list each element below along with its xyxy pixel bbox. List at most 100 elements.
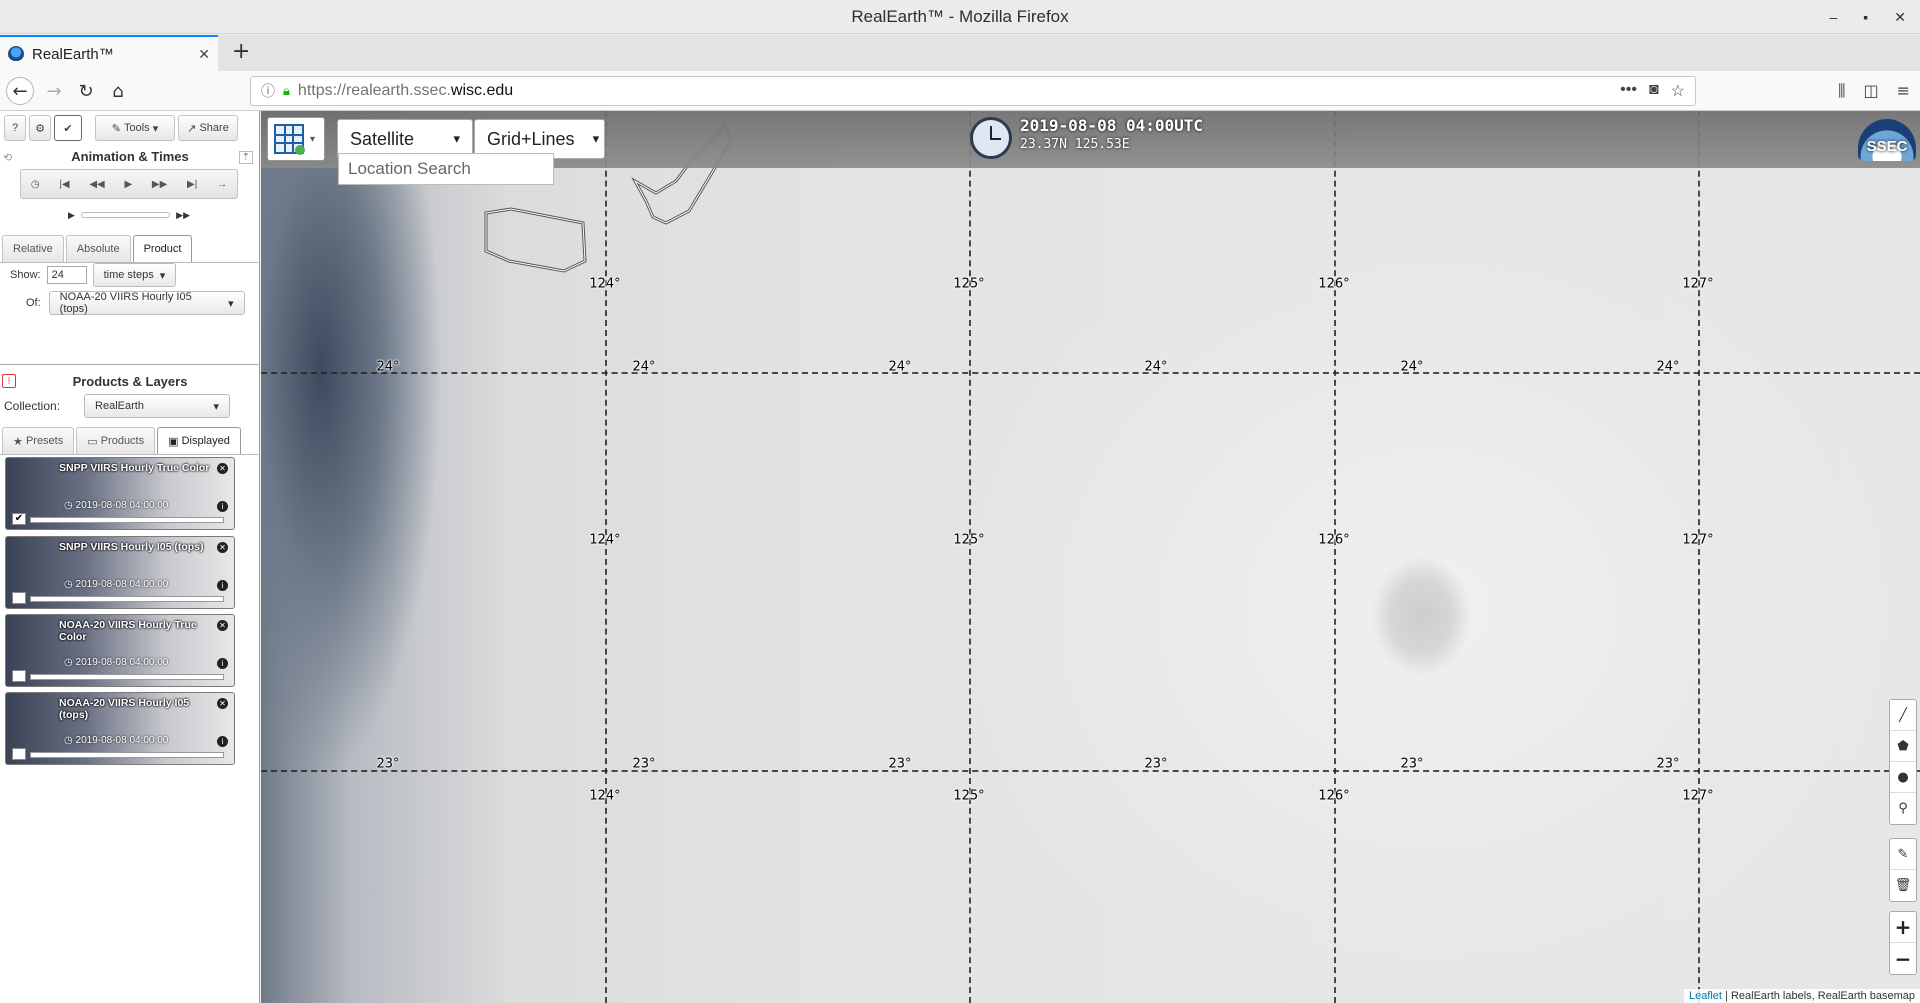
location-search-input[interactable]: Location Search (338, 153, 554, 185)
layer-card[interactable]: SNPP VIIRS Hourly I05 (tops) ✕ ◷ 2019-08… (5, 536, 235, 609)
fast-icon: ▶▶ (176, 209, 190, 220)
step-back-icon[interactable]: ◀◀ (89, 179, 104, 190)
product-tab-label: Product (143, 243, 182, 255)
layer-info-icon[interactable]: i (217, 501, 228, 512)
draw-line-icon[interactable]: ╱ (1890, 700, 1916, 731)
draw-circle-icon[interactable]: ● (1890, 762, 1916, 793)
tab-displayed[interactable]: ▣ Displayed (157, 427, 241, 454)
share-icon: ↗ (187, 122, 197, 135)
remove-layer-icon[interactable]: ✕ (217, 463, 228, 474)
layer-opacity-slider[interactable] (30, 517, 224, 523)
maximize-icon[interactable]: ▪ (1863, 0, 1868, 34)
layer-info-icon[interactable]: i (217, 580, 228, 591)
clock-icon[interactable] (970, 117, 1012, 159)
edit-icon[interactable]: ✎ (1890, 839, 1916, 870)
speed-track[interactable] (80, 212, 171, 218)
layer-time: ◷ 2019-08-08 04:00:00 (64, 657, 169, 668)
reload-button[interactable]: ↻ (72, 77, 100, 105)
collection-dropdown[interactable]: RealEarth ▾ (84, 394, 231, 418)
draw-marker-icon[interactable]: ⚲ (1890, 793, 1916, 824)
page-actions-icon[interactable]: ••• (1620, 81, 1637, 101)
lon-label: 126° (1318, 276, 1350, 292)
of-label: Of: (26, 297, 41, 309)
tab-absolute[interactable]: Absolute (65, 235, 131, 262)
close-tab-icon[interactable]: ✕ (198, 46, 210, 63)
layer-time: ◷ 2019-08-08 04:00:00 (64, 735, 169, 746)
tab-product[interactable]: Product (132, 235, 193, 262)
remove-layer-icon[interactable]: ✕ (217, 620, 228, 631)
layer-card[interactable]: NOAA-20 VIIRS Hourly I05 (tops) ✕ ◷ 2019… (5, 692, 235, 765)
of-product-dropdown[interactable]: NOAA-20 VIIRS Hourly I05 (tops) ▾ (48, 291, 245, 315)
draw-toolbar: ╱ ⬟ ● ⚲ (1889, 699, 1917, 825)
layer-time-value: 2019-08-08 04:00:00 (75, 579, 169, 590)
library-icon[interactable]: ⫼ (1838, 81, 1845, 101)
layer-info-icon[interactable]: i (217, 736, 228, 747)
site-info-icon[interactable]: ⓘ (261, 81, 275, 101)
animation-player: ◷ |◀ ◀◀ ▶ ▶▶ ▶| → (20, 169, 238, 199)
speed-slider[interactable]: ▶ ▶▶ (68, 209, 190, 220)
next-icon[interactable]: → (217, 179, 227, 190)
island-outline (484, 207, 587, 273)
overlay-label: Grid+Lines (487, 128, 575, 149)
url-bar[interactable]: ⓘ 🔒︎ https://realearth.ssec. wisc.edu •••… (250, 76, 1696, 106)
lat-label: 23° (376, 756, 400, 772)
show-count-stepper[interactable]: 24 (46, 266, 87, 284)
presets-tab-label: Presets (25, 435, 64, 447)
edit-toolbar: ✎ 🗑︎ (1889, 838, 1917, 902)
zoom-in-button[interactable]: + (1890, 912, 1916, 943)
layer-card[interactable]: NOAA-20 VIIRS Hourly True Color ✕ ◷ 2019… (5, 614, 235, 687)
back-button[interactable]: ← (6, 77, 34, 105)
pin-icon[interactable]: ⇡ (238, 151, 253, 164)
layer-time-value: 2019-08-08 04:00:00 (75, 657, 169, 668)
last-frame-icon[interactable]: ▶| (187, 179, 197, 190)
lon-label: 125° (953, 276, 985, 292)
browser-tab[interactable]: RealEarth™ ✕ (0, 35, 218, 71)
forward-button[interactable]: → (40, 77, 68, 105)
lat-label: 23° (632, 756, 656, 772)
tools-button[interactable]: ✎ Tools ▾ (95, 115, 175, 141)
layer-visibility-checkbox[interactable] (12, 748, 26, 760)
pocket-icon[interactable]: ◙ (1649, 81, 1659, 101)
help-button[interactable]: ? (4, 115, 26, 141)
layer-opacity-slider[interactable] (30, 674, 224, 680)
check-button[interactable]: ✔ (54, 115, 82, 141)
leaflet-link[interactable]: Leaflet (1689, 990, 1722, 1002)
layer-opacity-slider[interactable] (30, 752, 224, 758)
first-frame-icon[interactable]: |◀ (59, 179, 69, 190)
play-icon[interactable]: ▶ (124, 179, 132, 190)
lat-label: 24° (1656, 359, 1680, 375)
close-window-icon[interactable]: ✕ (1894, 0, 1906, 34)
layer-info-icon[interactable]: i (217, 658, 228, 669)
layer-opacity-slider[interactable] (30, 596, 224, 602)
step-forward-icon[interactable]: ▶▶ (152, 179, 167, 190)
menu-icon[interactable]: ≡ (1897, 81, 1910, 101)
draw-polygon-icon[interactable]: ⬟ (1890, 731, 1916, 762)
settings-button[interactable]: ⚙ (29, 115, 51, 141)
tab-presets[interactable]: ★ Presets (2, 427, 75, 454)
sidebar-toggle-icon[interactable]: ◫ (1863, 81, 1878, 101)
layer-visibility-checkbox[interactable]: ✔ (12, 513, 26, 525)
realearth-sidebar: ? ⚙ ✔ ✎ Tools ▾ ↗ Share ⟲ Animation & Ti… (0, 111, 260, 1003)
layer-card[interactable]: SNPP VIIRS Hourly True Color ✕ ◷ 2019-08… (5, 457, 235, 530)
remove-layer-icon[interactable]: ✕ (217, 542, 228, 553)
chevron-down-icon: ▾ (453, 131, 460, 146)
minimize-icon[interactable]: – (1830, 0, 1838, 34)
time-steps-dropdown[interactable]: time steps ▾ (92, 263, 177, 287)
zoom-out-button[interactable]: − (1890, 943, 1916, 974)
layers-menu-button[interactable]: ▾ (267, 117, 325, 161)
trash-icon[interactable]: 🗑︎ (1890, 870, 1916, 901)
longitude-line (1698, 111, 1700, 1003)
clock-button-icon[interactable]: ◷ (31, 179, 40, 190)
share-button[interactable]: ↗ Share (178, 115, 238, 141)
layer-visibility-checkbox[interactable] (12, 592, 26, 604)
layer-visibility-checkbox[interactable] (12, 670, 26, 682)
satellite-map[interactable]: 124° 125° 126° 127° 124° 125° 126° 127° … (261, 111, 1920, 1003)
tab-relative[interactable]: Relative (2, 235, 64, 262)
remove-layer-icon[interactable]: ✕ (217, 698, 228, 709)
tab-products[interactable]: ▭ Products (76, 427, 156, 454)
new-tab-icon[interactable]: + (232, 39, 250, 64)
bookmark-star-icon[interactable]: ☆ (1671, 81, 1685, 101)
home-button[interactable]: ⌂ (104, 77, 132, 105)
chevron-down-icon: ▾ (159, 269, 166, 282)
cursor-coordinates: 23.37N 125.53E (1020, 137, 1130, 152)
